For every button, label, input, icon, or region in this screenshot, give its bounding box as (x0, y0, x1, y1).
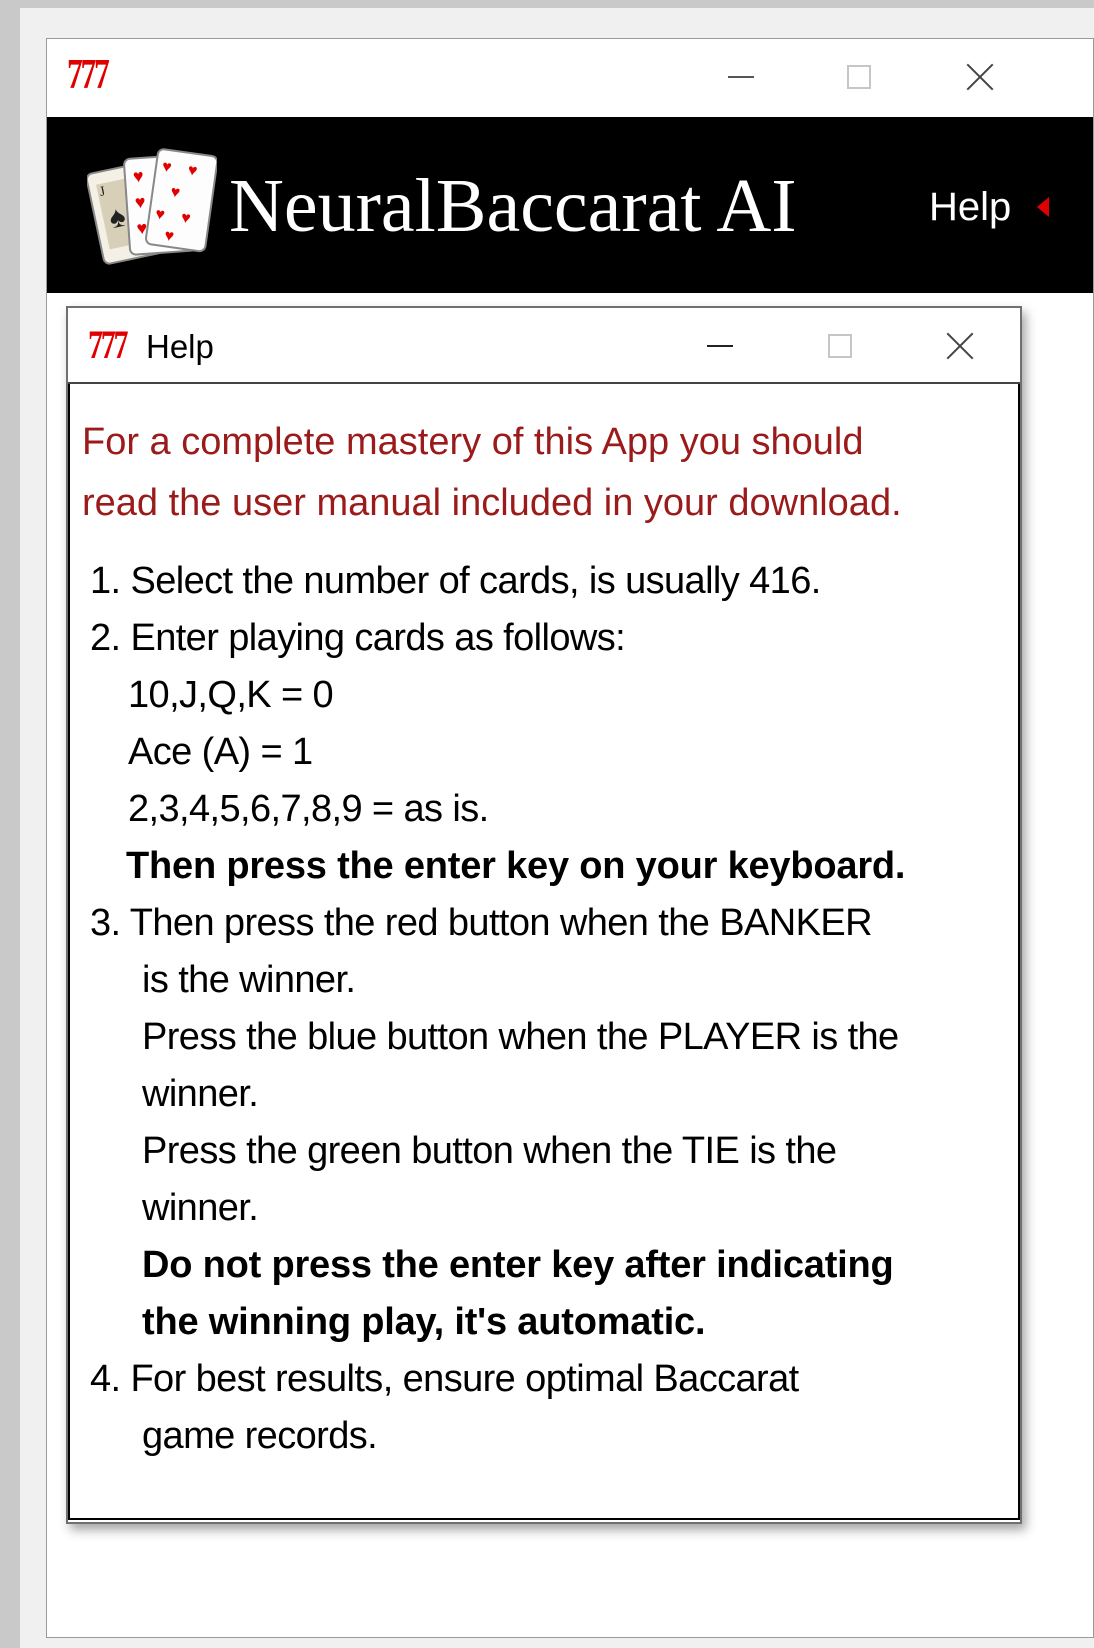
step-2-numbers: 2,3,4,5,6,7,8,9 = as is. (128, 788, 489, 830)
maximize-icon (828, 334, 852, 358)
step-3: 3. Then press the red button when the BA… (90, 902, 873, 944)
intro-line-2: read the user manual included in your do… (82, 482, 902, 524)
intro-text: For a complete mastery of this App you s… (82, 412, 1017, 534)
dialog-minimize-button[interactable] (690, 316, 750, 376)
dialog-close-button[interactable] (930, 316, 990, 376)
close-icon (965, 62, 995, 92)
dialog-titlebar: 777 Help (68, 308, 1020, 384)
help-dialog: 777 Help For a complete mastery of this … (66, 306, 1022, 1524)
step-3-blue: Press the blue button when the PLAYER is… (142, 1016, 899, 1058)
minimize-icon (707, 345, 733, 347)
help-menu-item[interactable]: Help (929, 183, 1011, 231)
minimize-icon (728, 76, 754, 78)
svg-text:♥: ♥ (132, 166, 144, 187)
step-2-face-cards: 10,J,Q,K = 0 (128, 674, 334, 716)
step-3-cont: is the winner. (142, 959, 356, 1001)
svg-text:♥: ♥ (134, 192, 146, 213)
minimize-button[interactable] (711, 47, 771, 107)
dialog-maximize-button[interactable] (810, 316, 870, 376)
step-2: 2. Enter playing cards as follows: (90, 617, 626, 659)
step-1: 1. Select the number of cards, is usuall… (90, 560, 821, 602)
help-pointer-icon (1037, 197, 1049, 217)
app-header: J ♠ ♥ ♥ ♥ ♥ ♥ ♥ ♥ ♥ ♥ ♥ ♥ ♥ Neural (47, 117, 1093, 293)
step-4-cont: game records. (142, 1415, 378, 1457)
step-3-green-cont: winner. (142, 1187, 259, 1229)
app-title: NeuralBaccarat AI (229, 164, 797, 248)
step-2-enter-note: Then press the enter key on your keyboar… (126, 845, 906, 887)
main-titlebar: 777 (47, 39, 1093, 115)
step-3-warning: Do not press the enter key after indicat… (142, 1244, 894, 1286)
close-button[interactable] (950, 47, 1010, 107)
help-content: For a complete mastery of this App you s… (68, 384, 1020, 1520)
step-3-green: Press the green button when the TIE is t… (142, 1130, 837, 1172)
maximize-icon (847, 65, 871, 89)
app-777-icon: 777 (67, 52, 110, 98)
step-3-blue-cont: winner. (142, 1073, 259, 1115)
intro-line-1: For a complete mastery of this App you s… (82, 421, 864, 463)
close-icon (945, 331, 975, 361)
dialog-title: Help (146, 328, 214, 365)
step-4: 4. For best results, ensure optimal Bacc… (90, 1358, 799, 1400)
dialog-777-icon: 777 (88, 322, 129, 367)
step-3-warning-cont: the winning play, it's automatic. (142, 1301, 706, 1343)
maximize-button[interactable] (829, 47, 889, 107)
playing-cards-logo-icon: J ♠ ♥ ♥ ♥ ♥ ♥ ♥ ♥ ♥ ♥ ♥ ♥ ♥ (87, 148, 217, 265)
step-2-ace: Ace (A) = 1 (128, 731, 313, 773)
